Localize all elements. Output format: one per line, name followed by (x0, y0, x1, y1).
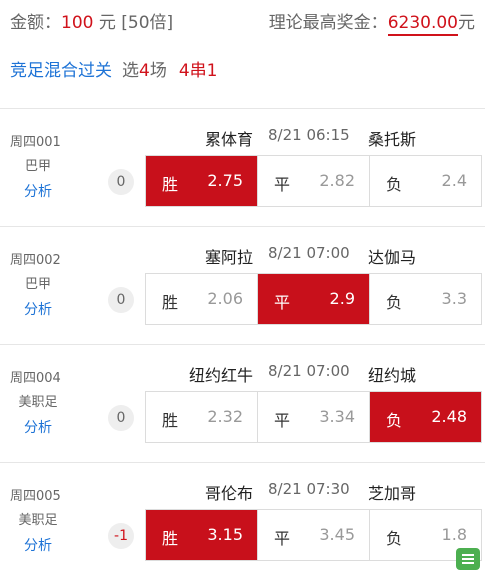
odds-options: 胜 2.75 平 2.82 负 2.4 (145, 155, 482, 207)
option-odds: 2.82 (319, 171, 355, 190)
max-prize-label: 理论最高奖金： (268, 13, 388, 33)
match-time: 8/21 07:30 (268, 480, 350, 498)
option-label: 平 (274, 529, 291, 548)
max-prize: 理论最高奖金：6230.00元 (268, 8, 475, 36)
option-odds: 2.48 (431, 407, 467, 426)
option-label: 胜 (162, 411, 179, 430)
odds-option-draw[interactable]: 平 2.82 (258, 156, 370, 206)
option-label: 平 (274, 411, 291, 430)
option-odds: 3.45 (319, 525, 355, 544)
analyze-link[interactable]: 分析 (0, 181, 76, 201)
home-team: 哥伦布 (204, 484, 253, 503)
match-time: 8/21 06:15 (268, 126, 350, 144)
home-team: 塞阿拉 (204, 248, 253, 267)
odds-options: 胜 2.32 平 3.34 负 2.48 (145, 391, 482, 443)
odds-option-draw[interactable]: 平 3.45 (258, 510, 370, 560)
option-odds: 2.75 (207, 171, 243, 190)
option-label: 负 (386, 293, 403, 312)
odds-option-lose[interactable]: 负 2.4 (370, 156, 481, 206)
home-team: 累体育 (204, 130, 253, 149)
option-label: 平 (274, 293, 291, 312)
match-row: 周四002 巴甲分析 塞阿拉 8/21 07:00 达伽马 0 胜 2.06 平 2.9 负 3.3 (0, 226, 485, 344)
analyze-link[interactable]: 分析 (0, 535, 76, 555)
match-time: 8/21 07:00 (268, 244, 350, 262)
handicap-badge: 0 (108, 405, 134, 431)
match-time: 8/21 07:00 (268, 362, 350, 380)
odds-option-lose[interactable]: 负 2.48 (370, 392, 481, 442)
bet-summary-bar: 金额：100 元 [50倍] 理论最高奖金：6230.00元 (0, 0, 485, 38)
odds-option-draw[interactable]: 平 2.9 (258, 274, 370, 324)
option-odds: 3.15 (207, 525, 243, 544)
option-odds: 2.32 (207, 407, 243, 426)
option-odds: 3.34 (319, 407, 355, 426)
pass-type[interactable]: 4串1 (179, 61, 218, 81)
option-label: 胜 (162, 293, 179, 312)
match-league: 巴甲 (24, 159, 51, 174)
amount-unit: 元 [50倍] (93, 13, 174, 33)
option-odds: 2.4 (441, 171, 467, 190)
select-count: 4 (139, 61, 150, 81)
match-league: 美职足 (18, 395, 58, 410)
option-odds: 2.06 (207, 289, 243, 308)
option-odds: 1.8 (441, 525, 467, 544)
odds-option-draw[interactable]: 平 3.34 (258, 392, 370, 442)
select-prefix: 选 (122, 61, 139, 81)
analyze-link[interactable]: 分析 (0, 299, 76, 319)
game-name[interactable]: 竞足混合过关 (10, 61, 112, 81)
max-prize-value: 6230.00 (387, 13, 458, 36)
away-team: 桑托斯 (368, 130, 417, 149)
option-label: 胜 (162, 175, 179, 194)
odds-option-win[interactable]: 胜 2.75 (146, 156, 258, 206)
match-league: 美职足 (18, 513, 58, 528)
analyze-link[interactable]: 分析 (0, 417, 76, 437)
amount-label: 金额： (10, 13, 61, 33)
odds-option-win[interactable]: 胜 2.32 (146, 392, 258, 442)
select-suffix: 场 (149, 61, 167, 81)
match-number: 周四005 (10, 489, 61, 504)
handicap-badge: 0 (108, 169, 134, 195)
odds-options: 胜 2.06 平 2.9 负 3.3 (145, 273, 482, 325)
option-label: 负 (386, 411, 403, 430)
away-team: 纽约城 (368, 366, 417, 385)
bet-amount: 金额：100 元 [50倍] (10, 8, 173, 33)
option-label: 胜 (162, 529, 179, 548)
odds-option-win[interactable]: 胜 2.06 (146, 274, 258, 324)
max-prize-unit: 元 (458, 13, 475, 33)
away-team: 达伽马 (368, 248, 417, 267)
match-number: 周四004 (10, 371, 61, 386)
odds-option-lose[interactable]: 负 3.3 (370, 274, 481, 324)
match-number: 周四001 (10, 135, 61, 150)
home-team: 纽约红牛 (188, 366, 253, 385)
match-row: 周四005 美职足分析 哥伦布 8/21 07:30 芝加哥 -1 胜 3.15 平 3.45 负 1… (0, 462, 485, 570)
handicap-badge: -1 (108, 523, 134, 549)
amount-value: 100 (61, 13, 94, 33)
match-number: 周四002 (10, 253, 61, 268)
option-label: 平 (274, 175, 291, 194)
handicap-badge: 0 (108, 287, 134, 313)
match-row: 周四001 巴甲分析 累体育 8/21 06:15 桑托斯 0 胜 2.75 平 2.82 负 2.4 (0, 108, 485, 226)
document-list-icon[interactable] (456, 548, 480, 570)
option-odds: 3.3 (441, 289, 467, 308)
odds-options: 胜 3.15 平 3.45 负 1.8 (145, 509, 482, 561)
option-label: 负 (386, 529, 403, 548)
play-mode-bar: 竞足混合过关 选4场 4串1 (10, 56, 217, 81)
option-odds: 2.9 (329, 289, 355, 308)
odds-option-win[interactable]: 胜 3.15 (146, 510, 258, 560)
away-team: 芝加哥 (368, 484, 417, 503)
match-league: 巴甲 (24, 277, 51, 292)
option-label: 负 (386, 175, 403, 194)
match-row: 周四004 美职足分析 纽约红牛 8/21 07:00 纽约城 0 胜 2.32 平 3.34 负 2… (0, 344, 485, 462)
